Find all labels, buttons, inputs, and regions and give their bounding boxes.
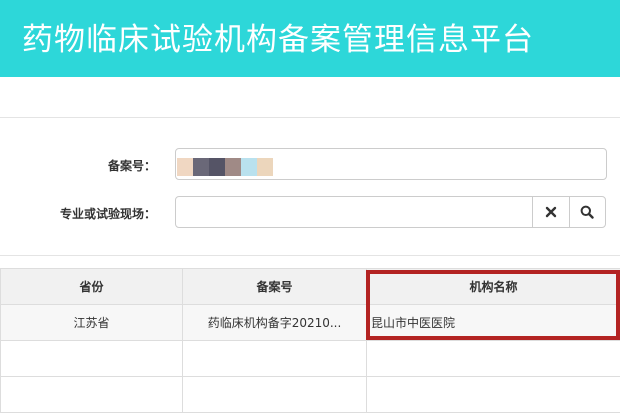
record-no-label: 备案号： (60, 157, 156, 174)
search-button-group (532, 196, 606, 228)
column-header-record-no[interactable]: 备案号 (183, 269, 367, 305)
results-table: 省份 备案号 机构名称 江苏省 药临床机构备字20210... 昆山市中医医院 (0, 268, 620, 413)
masked-block-4 (225, 158, 241, 176)
cell-record-no (183, 341, 367, 377)
search-button[interactable] (569, 197, 606, 227)
table-row (1, 341, 620, 377)
column-header-institution-name[interactable]: 机构名称 (367, 269, 620, 305)
specialty-input[interactable] (175, 196, 533, 228)
table-row (1, 377, 620, 413)
app-title: 药物临床试验机构备案管理信息平台 (22, 14, 534, 59)
cell-record-no[interactable]: 药临床机构备字20210... (183, 305, 367, 341)
table-header-row: 省份 备案号 机构名称 (1, 269, 620, 305)
cell-province: 江苏省 (1, 305, 183, 341)
close-icon (545, 206, 557, 218)
specialty-label: 专业或试验现场： (30, 205, 156, 222)
masked-block-1 (177, 158, 193, 176)
divider-top (0, 117, 620, 118)
masked-block-3 (209, 158, 225, 176)
cell-institution-name (367, 377, 620, 413)
cell-province (1, 341, 183, 377)
app-header: 药物临床试验机构备案管理信息平台 (0, 0, 620, 77)
masked-block-2 (193, 158, 209, 176)
cell-province (1, 377, 183, 413)
column-header-province[interactable]: 省份 (1, 269, 183, 305)
search-icon (580, 205, 594, 219)
cell-record-no (183, 377, 367, 413)
cell-institution-name (367, 341, 620, 377)
clear-button[interactable] (533, 197, 569, 227)
divider-bottom (0, 255, 620, 256)
table-row[interactable]: 江苏省 药临床机构备字20210... 昆山市中医医院 (1, 305, 620, 341)
masked-block-5 (241, 158, 257, 176)
record-no-masked-value (177, 158, 273, 176)
cell-institution-name[interactable]: 昆山市中医医院 (367, 305, 620, 341)
masked-block-6 (257, 158, 273, 176)
